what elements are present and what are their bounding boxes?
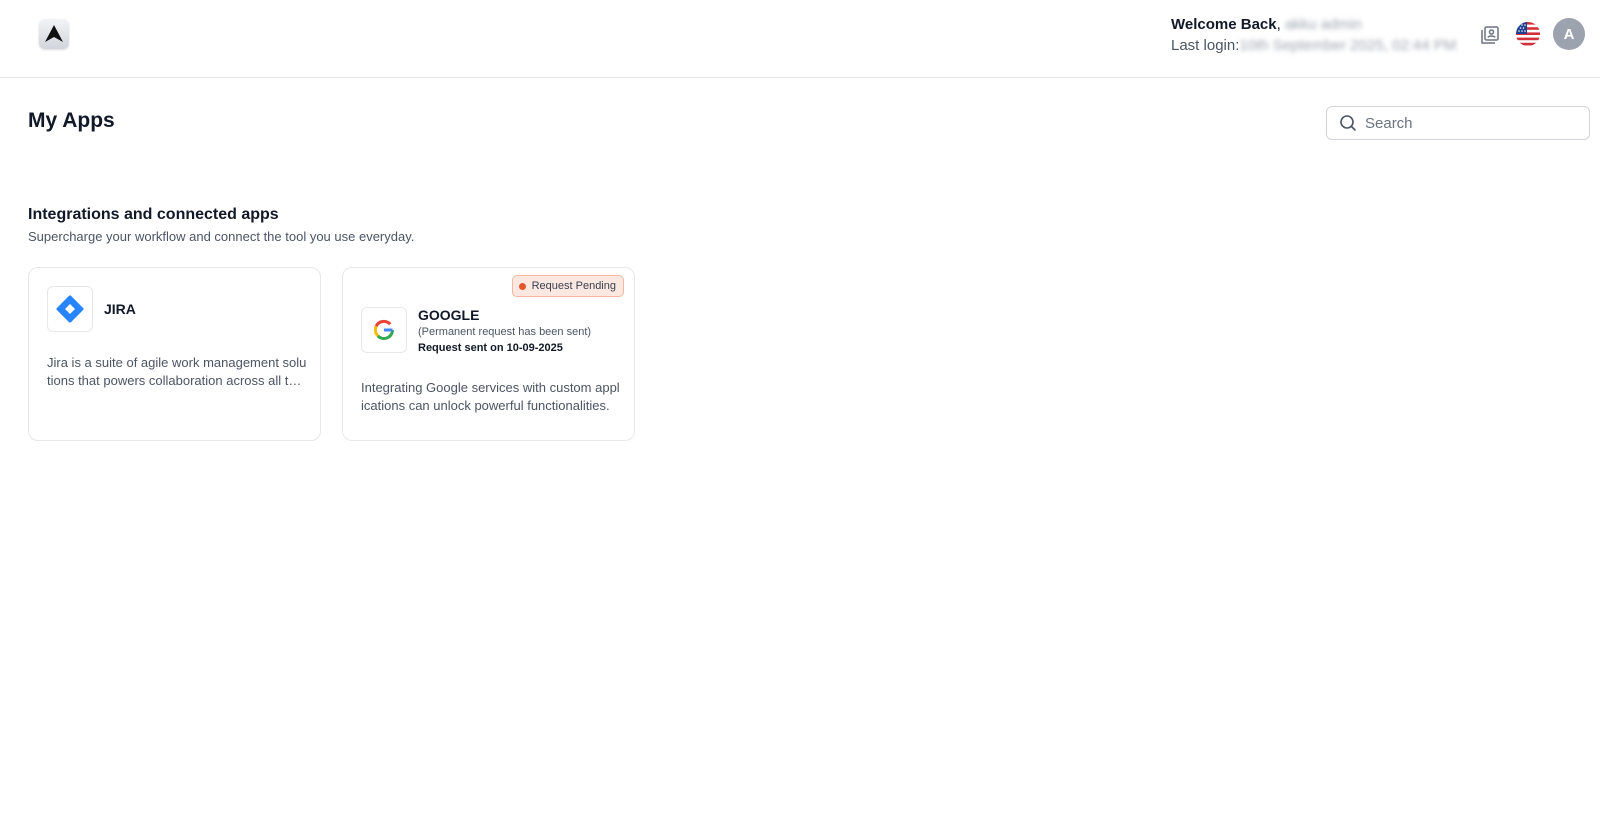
welcome-separator: , <box>1276 16 1281 33</box>
app-logo[interactable] <box>39 19 69 49</box>
request-date: Request sent on 10-09-2025 <box>418 342 563 354</box>
welcome-message: Welcome Back, akku admin <box>1171 15 1362 35</box>
section-title: Integrations and connected apps <box>28 206 279 223</box>
app-name: GOOGLE <box>418 307 480 323</box>
logo-icon <box>45 25 63 42</box>
jira-icon-frame <box>47 286 93 332</box>
top-header: Welcome Back, akku admin Last login:10th… <box>0 0 1600 78</box>
search-input[interactable] <box>1365 114 1575 132</box>
google-icon-frame <box>361 307 407 353</box>
app-name: JIRA <box>104 301 136 317</box>
app-description: Integrating Google services with custom … <box>361 380 620 413</box>
jira-icon <box>56 295 84 323</box>
google-icon <box>373 319 394 340</box>
search-icon <box>1340 115 1356 131</box>
page-title: My Apps <box>28 109 115 132</box>
welcome-label: Welcome Back <box>1171 16 1277 33</box>
last-login: Last login:10th September 2025, 02:44 PM <box>1171 36 1456 56</box>
last-login-value: 10th September 2025, 02:44 PM <box>1239 37 1457 54</box>
status-badge-label: Request Pending <box>531 280 616 292</box>
language-selector[interactable] <box>1516 22 1540 46</box>
status-badge: Request Pending <box>511 275 624 297</box>
last-login-label: Last login: <box>1171 37 1240 54</box>
app-description: Jira is a suite of agile work management… <box>47 355 307 388</box>
request-note: (Permanent request has been sent) <box>418 326 592 338</box>
user-directory-icon <box>1481 26 1499 44</box>
search-box[interactable] <box>1326 106 1590 140</box>
user-directory-button[interactable] <box>1479 24 1501 46</box>
us-flag-icon <box>1516 22 1540 46</box>
status-dot <box>518 282 526 290</box>
avatar[interactable]: A <box>1553 18 1585 50</box>
username: akku admin <box>1284 16 1362 33</box>
app-card-google[interactable]: Request Pending GOOGLE (Permanent reques… <box>342 267 635 441</box>
section-subtitle: Supercharge your workflow and connect th… <box>28 229 415 244</box>
app-card-jira[interactable]: JIRA Jira is a suite of agile work manag… <box>28 267 321 441</box>
